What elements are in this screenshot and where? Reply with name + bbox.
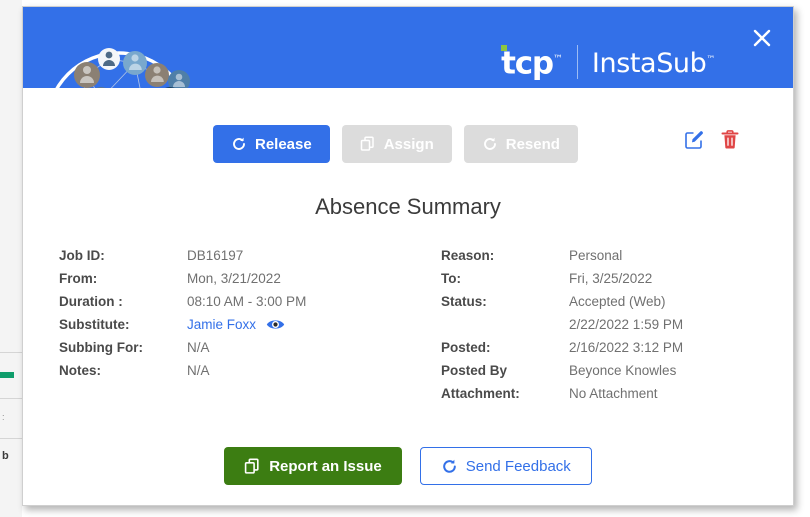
- detail-label: Notes:: [59, 363, 102, 378]
- modal-header: tcp™ InstaSub™: [23, 7, 793, 88]
- refresh-icon: [483, 137, 496, 150]
- trash-icon[interactable]: [719, 128, 741, 150]
- detail-value: 08:10 AM - 3:00 PM: [187, 294, 306, 309]
- detail-label: Substitute:: [59, 317, 130, 332]
- app-root: : b tcp™ InstaSub™ Release Assign Resend…: [0, 0, 810, 517]
- close-x-glyph: [753, 29, 771, 47]
- instasub-text: InstaSub: [591, 48, 707, 79]
- background-page-sliver: : b: [0, 0, 22, 517]
- detail-value: N/A: [187, 340, 210, 355]
- duration-value: 08:10 AM - 3:00 PM: [187, 294, 307, 309]
- job-id-value: DB16197: [187, 248, 244, 263]
- detail-label: To:: [441, 271, 461, 286]
- edit-pencil-icon[interactable]: [683, 128, 705, 150]
- detail-label: Duration :: [59, 294, 123, 309]
- detail-row: Substitute: Jamie Foxx: [59, 317, 389, 340]
- release-button[interactable]: Release: [213, 125, 330, 163]
- attachment-value: No Attachment: [569, 386, 658, 401]
- detail-value: Mon, 3/21/2022: [187, 271, 281, 286]
- record-tools: [683, 128, 741, 150]
- close-icon[interactable]: [749, 25, 775, 51]
- notes-value: N/A: [187, 363, 210, 378]
- instasub-wordmark: InstaSub™: [592, 45, 715, 79]
- copy-icon: [244, 457, 259, 474]
- detail-row: Notes: N/A: [59, 363, 389, 386]
- detail-row: Status: Accepted (Web): [441, 294, 771, 317]
- footer-button-row: Report an Issue Send Feedback: [23, 447, 793, 485]
- detail-row: To: Fri, 3/25/2022: [441, 271, 771, 294]
- status-timestamp: 2/22/2022 1:59 PM: [569, 317, 684, 332]
- detail-row: Posted: 2/16/2022 3:12 PM: [441, 340, 771, 363]
- brand-logo: tcp™ InstaSub™: [501, 45, 715, 79]
- bg-text-fragment: b: [2, 450, 9, 462]
- detail-value: Jamie Foxx: [187, 317, 285, 332]
- bg-panel: [0, 0, 22, 517]
- tcp-wordmark: tcp™: [501, 44, 563, 79]
- action-button-row: Release Assign Resend: [213, 125, 578, 163]
- refresh-icon: [233, 137, 245, 150]
- subbing-for-value: N/A: [187, 340, 210, 355]
- report-issue-button[interactable]: Report an Issue: [224, 447, 402, 485]
- detail-row: Subbing For: N/A: [59, 340, 389, 363]
- detail-value: Personal: [569, 248, 622, 263]
- detail-label: Status:: [441, 294, 487, 309]
- eye-icon[interactable]: [266, 318, 285, 331]
- status-badge: Accepted (Web): [569, 294, 666, 309]
- posted-value: 2/16/2022 3:12 PM: [569, 340, 684, 355]
- tcp-trademark: ™: [552, 54, 563, 66]
- bg-text-fragment: :: [2, 412, 5, 422]
- detail-row: Posted By Beyonce Knowles: [441, 363, 771, 386]
- detail-row: Job ID: DB16197: [59, 248, 389, 271]
- detail-label: From:: [59, 271, 98, 286]
- logo-divider: [576, 45, 578, 79]
- instasub-trademark: ™: [706, 55, 715, 65]
- from-date-value: Mon, 3/21/2022: [187, 271, 281, 286]
- assign-button[interactable]: Assign: [341, 125, 452, 163]
- detail-value: Fri, 3/25/2022: [569, 271, 652, 286]
- trash-glyph: [721, 129, 739, 148]
- page-title: Absence Summary: [315, 194, 501, 219]
- tcp-text: tcp: [501, 45, 554, 82]
- detail-label: Reason:: [441, 248, 495, 263]
- resend-button-label: Resend: [505, 135, 560, 153]
- release-button-label: Release: [255, 135, 312, 153]
- detail-label: Subbing For:: [59, 340, 143, 355]
- detail-row: Reason: Personal: [441, 248, 771, 271]
- absence-summary-modal: tcp™ InstaSub™ Release Assign Resend Abs…: [22, 6, 794, 506]
- bg-divider: [0, 352, 22, 353]
- send-feedback-label: Send Feedback: [465, 457, 571, 475]
- detail-label: Attachment:: [441, 386, 520, 401]
- bg-divider: [0, 398, 22, 399]
- posted-by-value: Beyonce Knowles: [569, 363, 677, 378]
- eye-glyph: [266, 320, 285, 329]
- send-feedback-button[interactable]: Send Feedback: [419, 447, 592, 485]
- substitute-link[interactable]: Jamie Foxx: [187, 317, 256, 332]
- details-right-column: Reason: Personal To: Fri, 3/25/2022 Stat…: [441, 248, 771, 409]
- detail-row: Attachment: No Attachment: [441, 386, 771, 409]
- detail-label: Posted:: [441, 340, 491, 355]
- edit-pencil-glyph: [684, 130, 703, 149]
- detail-value: DB16197: [187, 248, 243, 263]
- detail-label: Job ID:: [59, 248, 105, 263]
- details-left-column: Job ID: DB16197 From: Mon, 3/21/2022 Dur…: [59, 248, 389, 409]
- report-issue-label: Report an Issue: [269, 457, 382, 475]
- refresh-icon: [442, 459, 456, 473]
- green-accent-mark: [501, 45, 508, 52]
- to-date-value: Fri, 3/25/2022: [569, 271, 653, 286]
- copy-icon: [360, 136, 374, 151]
- assign-button-label: Assign: [383, 135, 434, 153]
- resend-button[interactable]: Resend: [463, 125, 578, 163]
- bg-status-chip: [0, 372, 14, 378]
- bg-divider: [0, 438, 22, 439]
- detail-row: From: Mon, 3/21/2022: [59, 271, 389, 294]
- absence-details: Job ID: DB16197 From: Mon, 3/21/2022 Dur…: [23, 248, 793, 409]
- modal-body: Release Assign Resend Absence Summary Jo…: [23, 88, 793, 505]
- detail-row: 2/22/2022 1:59 PM: [441, 317, 771, 340]
- detail-row: Duration : 08:10 AM - 3:00 PM: [59, 294, 389, 317]
- reason-value: Personal: [569, 248, 623, 263]
- detail-value: N/A: [187, 363, 210, 378]
- detail-label: Posted By: [441, 363, 508, 378]
